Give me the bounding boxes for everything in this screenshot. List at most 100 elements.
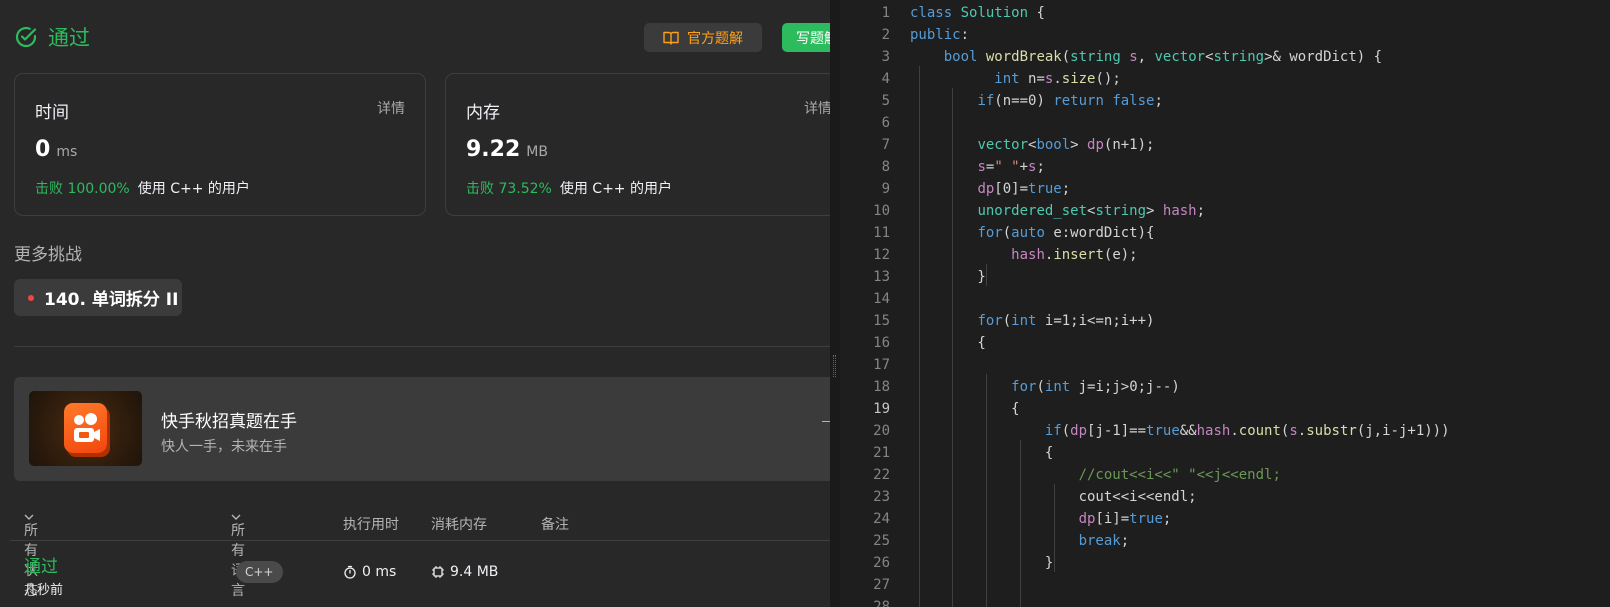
challenge-link-label: 140. 单词拆分 II xyxy=(44,290,179,310)
code-line[interactable]: 16 { xyxy=(840,332,1610,354)
code-line[interactable]: 14 xyxy=(840,288,1610,310)
code-line[interactable]: 18 for(int j=i;j>0;j--) xyxy=(840,376,1610,398)
submission-runtime: 0 ms xyxy=(343,564,396,580)
line-number: 9 xyxy=(881,181,890,197)
code-line[interactable]: 27 xyxy=(840,574,1610,596)
memory-card[interactable]: 内存 详情 9.22 MB 击败 73.52% 使用 C++ 的用户 xyxy=(445,73,830,216)
code-text[interactable]: if(dp[j-1]==true&&hash.count(s.substr(j,… xyxy=(910,420,1450,442)
line-number: 5 xyxy=(881,93,890,109)
code-line[interactable]: 9 dp[0]=true; xyxy=(840,178,1610,200)
line-number: 21 xyxy=(873,445,890,461)
write-solution-button[interactable]: 写题解 xyxy=(782,23,830,52)
submissions-header: 所有状态 所有语言 执行用时 消耗内存 备注 xyxy=(10,508,830,599)
code-line[interactable]: 19 { xyxy=(840,398,1610,420)
runtime-detail-link[interactable]: 详情 xyxy=(377,98,405,118)
code-text[interactable]: if(n==0) return false; xyxy=(910,90,1162,112)
status-filter[interactable]: 所有状态 xyxy=(24,514,38,599)
challenge-link[interactable]: 140. 单词拆分 II xyxy=(14,279,182,316)
code-text[interactable]: int n=s.size(); xyxy=(910,68,1120,90)
memory-unit: MB xyxy=(526,144,548,160)
panel-resize-handle[interactable] xyxy=(830,0,840,607)
line-number: 20 xyxy=(873,423,890,439)
submission-result-panel: 通过 官方题解 写题解 时间 详情 0 ms 击败 100.00% 使用 C++… xyxy=(0,0,830,607)
result-status-label: 通过 xyxy=(48,26,90,50)
line-number: 4 xyxy=(881,71,890,87)
code-text[interactable]: } xyxy=(910,266,985,288)
code-line[interactable]: 23 cout<<i<<endl; xyxy=(840,486,1610,508)
dismiss-icon[interactable] xyxy=(822,421,830,422)
code-text[interactable]: for(int i=1;i<=n;i++) xyxy=(910,310,1154,332)
code-line[interactable]: 6 xyxy=(840,112,1610,134)
difficulty-dot-icon xyxy=(28,294,34,301)
table-row[interactable]: 通过 几秒前 C++ 0 ms 9.4 MB xyxy=(10,542,830,602)
language-filter[interactable]: 所有语言 xyxy=(231,514,245,599)
submission-status-label: 通过 xyxy=(24,557,58,577)
code-text[interactable]: dp[0]=true; xyxy=(910,178,1070,200)
code-line[interactable]: 1 class Solution { xyxy=(840,2,1610,24)
result-status: 通过 xyxy=(14,22,90,52)
line-number: 15 xyxy=(873,313,890,329)
code-text[interactable]: public: xyxy=(910,24,969,46)
code-line[interactable]: 28 xyxy=(840,596,1610,607)
line-number: 19 xyxy=(873,401,890,417)
memory-value: 9.22 MB xyxy=(466,137,548,162)
runtime-beats: 击败 100.00% 使用 C++ 的用户 xyxy=(35,178,250,198)
code-line[interactable]: 4 int n=s.size(); xyxy=(840,68,1610,90)
code-text[interactable]: } xyxy=(910,552,1053,574)
code-text[interactable]: //cout<<i<<" "<<j<<endl; xyxy=(910,464,1281,486)
code-line[interactable]: 20 if(dp[j-1]==true&&hash.count(s.substr… xyxy=(840,420,1610,442)
submission-time-ago: 几秒前 xyxy=(24,583,64,598)
code-line[interactable]: 21 { xyxy=(840,442,1610,464)
code-line[interactable]: 15 for(int i=1;i<=n;i++) xyxy=(840,310,1610,332)
code-text[interactable]: class Solution { xyxy=(910,2,1045,24)
code-line[interactable]: 5 if(n==0) return false; xyxy=(840,90,1610,112)
line-number: 13 xyxy=(873,269,890,285)
memory-detail-link[interactable]: 详情 xyxy=(804,98,830,118)
editorial-button[interactable]: 官方题解 xyxy=(644,23,762,52)
line-number: 16 xyxy=(873,335,890,351)
code-line[interactable]: 25 break; xyxy=(840,530,1610,552)
code-line[interactable]: 22 //cout<<i<<" "<<j<<endl; xyxy=(840,464,1610,486)
code-editor[interactable]: 1 class Solution { 2 public: 3 bool wordBrea… xyxy=(840,0,1610,607)
promo-subtitle: 快人一手，未来在手 xyxy=(161,439,287,455)
code-line[interactable]: 13 } xyxy=(840,266,1610,288)
code-line[interactable]: 24 dp[i]=true; xyxy=(840,508,1610,530)
book-icon xyxy=(663,31,679,45)
code-text[interactable]: dp[i]=true; xyxy=(910,508,1172,530)
code-line[interactable]: 7 vector<bool> dp(n+1); xyxy=(840,134,1610,156)
code-line[interactable]: 17 xyxy=(840,354,1610,376)
submission-memory-value: 9.4 MB xyxy=(450,564,499,580)
runtime-label: 时间 xyxy=(35,103,69,123)
submission-status[interactable]: 通过 几秒前 xyxy=(24,552,63,598)
line-number: 1 xyxy=(881,5,890,21)
promo-banner[interactable]: 快手秋招真题在手 快人一手，未来在手 xyxy=(14,377,830,481)
write-solution-label: 写题解 xyxy=(796,30,830,47)
code-line[interactable]: 11 for(auto e:wordDict){ xyxy=(840,222,1610,244)
code-text[interactable]: vector<bool> dp(n+1); xyxy=(910,134,1154,156)
code-line[interactable]: 10 unordered_set<string> hash; xyxy=(840,200,1610,222)
code-text[interactable]: for(int j=i;j>0;j--) xyxy=(910,376,1180,398)
runtime-number: 0 xyxy=(35,137,51,162)
runtime-unit: ms xyxy=(56,144,78,160)
line-number: 23 xyxy=(873,489,890,505)
more-challenges-title: 更多挑战 xyxy=(14,245,82,265)
code-text[interactable]: { xyxy=(910,398,1019,420)
code-line[interactable]: 12 hash.insert(e); xyxy=(840,244,1610,266)
code-line[interactable]: 2 public: xyxy=(840,24,1610,46)
code-text[interactable]: for(auto e:wordDict){ xyxy=(910,222,1154,244)
code-line[interactable]: 8 s=" "+s; xyxy=(840,156,1610,178)
code-text[interactable]: bool wordBreak(string s, vector<string>&… xyxy=(910,46,1382,68)
code-text[interactable]: hash.insert(e); xyxy=(910,244,1137,266)
code-text[interactable]: unordered_set<string> hash; xyxy=(910,200,1205,222)
code-line[interactable]: 3 bool wordBreak(string s, vector<string… xyxy=(840,46,1610,68)
runtime-card[interactable]: 时间 详情 0 ms 击败 100.00% 使用 C++ 的用户 xyxy=(14,73,426,216)
code-text[interactable]: { xyxy=(910,332,985,354)
code-text[interactable]: { xyxy=(910,442,1053,464)
line-number: 2 xyxy=(881,27,890,43)
kuaishou-logo-icon xyxy=(64,403,107,453)
line-number: 11 xyxy=(873,225,890,241)
code-text[interactable]: cout<<i<<endl; xyxy=(910,486,1197,508)
code-text[interactable]: s=" "+s; xyxy=(910,156,1044,178)
code-text[interactable]: break; xyxy=(910,530,1130,552)
code-line[interactable]: 26 } xyxy=(840,552,1610,574)
